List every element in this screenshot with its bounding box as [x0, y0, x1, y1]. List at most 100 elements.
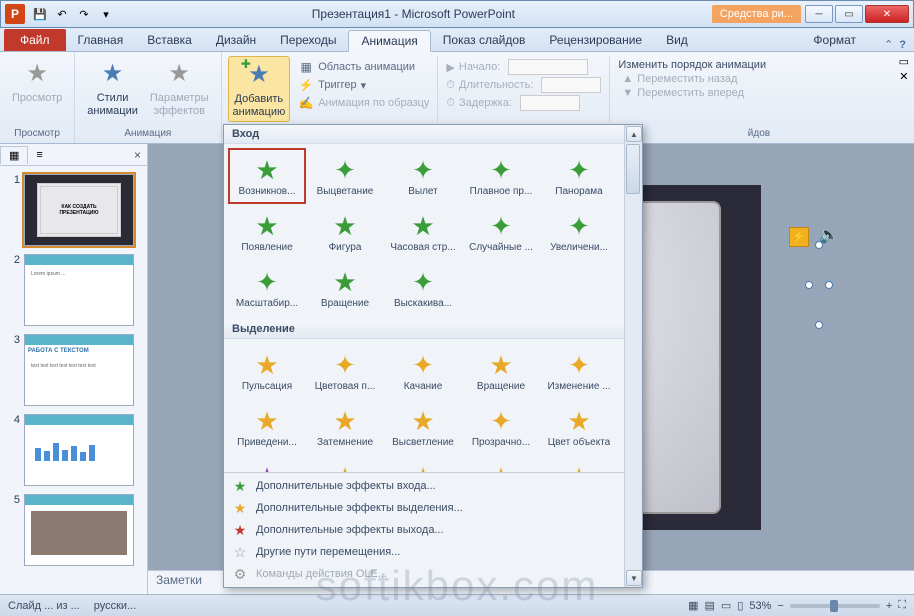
effect-complementary[interactable]: ★Дополните... — [228, 455, 306, 472]
help-icon[interactable]: ? — [899, 39, 906, 51]
star-icon: ✦ — [252, 268, 282, 298]
gallery-scrollbar[interactable]: ▲ ▼ — [624, 125, 642, 587]
slide-thumb[interactable] — [24, 414, 134, 486]
tab-animation[interactable]: Анимация — [348, 30, 430, 52]
redo-icon[interactable]: ↷ — [75, 5, 93, 23]
scroll-thumb[interactable] — [626, 144, 640, 194]
save-icon[interactable]: 💾 — [31, 5, 49, 23]
effect-grow-shrink[interactable]: ✦Изменение ... — [540, 343, 618, 399]
effect-pulse[interactable]: ★Пульсация — [228, 343, 306, 399]
animation-painter-button[interactable]: ✍Анимация по образцу — [294, 94, 433, 112]
more-entrance-effects[interactable]: ★Дополнительные эффекты входа... — [224, 475, 642, 497]
more-exit-effects[interactable]: ★Дополнительные эффекты выхода... — [224, 519, 642, 541]
zoom-level[interactable]: 53% — [749, 600, 771, 612]
undo-icon[interactable]: ↶ — [53, 5, 71, 23]
entrance-grid: ★Возникнов... ✦Выцветание ✦Вылет ✦Плавно… — [224, 144, 624, 320]
duration-input[interactable] — [541, 77, 601, 93]
qat-customize-icon[interactable]: ▾ — [97, 5, 115, 23]
effect-zoom[interactable]: ✦Масштабир... — [228, 260, 306, 316]
effect-fly-in[interactable]: ✦Вылет — [384, 148, 462, 204]
maximize-button[interactable]: ▭ — [835, 5, 863, 23]
effect-wipe[interactable]: ★Появление — [228, 204, 306, 260]
effect-transparency[interactable]: ✦Прозрачно... — [462, 399, 540, 455]
sorter-view-icon[interactable]: ▤ — [705, 599, 715, 612]
star-icon: ✦ — [564, 351, 594, 381]
slide-thumb[interactable]: РАБОТА С ТЕКСТОМtext text text text text… — [24, 334, 134, 406]
close-child-button[interactable]: ✕ — [896, 69, 911, 84]
tab-home[interactable]: Главная — [66, 29, 136, 51]
star-icon: ✦ — [408, 268, 438, 298]
effect-line-color[interactable]: ★Цвет линии — [306, 455, 384, 472]
tab-insert[interactable]: Вставка — [135, 29, 204, 51]
delay-input[interactable] — [520, 95, 580, 111]
star-icon: ★ — [330, 212, 360, 242]
minimize-button[interactable]: ─ — [805, 5, 833, 23]
outline-tab[interactable]: ≡ — [28, 147, 50, 163]
effect-fill-color[interactable]: ★Цвет заливки — [384, 455, 462, 472]
start-dropdown[interactable] — [508, 59, 588, 75]
effect-options-button[interactable]: ★ Параметры эффектов — [144, 56, 215, 120]
effect-lighten[interactable]: ★Высветление — [384, 399, 462, 455]
animation-tag-icon[interactable]: ⚡ — [789, 227, 809, 247]
tab-format[interactable]: Формат — [793, 29, 876, 51]
tab-transitions[interactable]: Переходы — [268, 29, 348, 51]
star-icon: ★ — [232, 500, 248, 516]
effect-wheel[interactable]: ★Часовая стр... — [384, 204, 462, 260]
tab-view[interactable]: Вид — [654, 29, 700, 51]
effect-teeter[interactable]: ✦Качание — [384, 343, 462, 399]
effect-color-pulse[interactable]: ✦Цветовая п... — [306, 343, 384, 399]
fit-button[interactable]: ⛶ — [898, 599, 906, 612]
slide-thumb[interactable] — [24, 494, 134, 566]
star-icon: ★ — [252, 463, 282, 473]
effect-spin[interactable]: ★Вращение — [462, 343, 540, 399]
trigger-button[interactable]: ⚡Триггер ▾ — [294, 76, 433, 94]
slideshow-view-icon[interactable]: ▯ — [737, 599, 743, 612]
effect-random-bars[interactable]: ✦Случайные ... — [462, 204, 540, 260]
move-later-button[interactable]: ▼Переместить вперед — [618, 86, 766, 100]
restore-child-button[interactable]: ▭ — [896, 54, 912, 69]
zoom-out-button[interactable]: − — [777, 600, 783, 612]
reading-view-icon[interactable]: ▭ — [721, 599, 731, 612]
scroll-down-button[interactable]: ▼ — [626, 570, 642, 586]
preview-button[interactable]: ★ Просмотр — [6, 56, 68, 107]
animation-pane-button[interactable]: ▦Область анимации — [294, 58, 433, 76]
normal-view-icon[interactable]: ▦ — [688, 599, 698, 612]
slide-thumb[interactable]: Lorem ipsum ... — [24, 254, 134, 326]
tab-slideshow[interactable]: Показ слайдов — [431, 29, 538, 51]
close-button[interactable]: ✕ — [865, 5, 909, 23]
tab-review[interactable]: Рецензирование — [537, 29, 654, 51]
language-indicator[interactable]: русски... — [94, 600, 137, 612]
effect-font-color[interactable]: ★Цвет текста — [540, 455, 618, 472]
slide-indicator: Слайд ... из ... — [8, 600, 80, 612]
effect-shape[interactable]: ★Фигура — [306, 204, 384, 260]
more-emphasis-effects[interactable]: ★Дополнительные эффекты выделения... — [224, 497, 642, 519]
slides-tab[interactable]: ▦ — [0, 146, 28, 164]
effect-split[interactable]: ✦Панорама — [540, 148, 618, 204]
window-title: Презентация1 - Microsoft PowerPoint — [115, 7, 712, 21]
effect-darken[interactable]: ★Затемнение — [306, 399, 384, 455]
zoom-slider[interactable] — [790, 604, 880, 608]
minimize-ribbon-icon[interactable]: ⌃ — [884, 38, 893, 51]
effect-bounce[interactable]: ✦Выскакива... — [384, 260, 462, 316]
file-tab[interactable]: Файл — [4, 29, 66, 51]
tab-design[interactable]: Дизайн — [204, 29, 268, 51]
star-icon: ★ — [97, 58, 129, 90]
effect-brush-color[interactable]: ★Перекраши... — [462, 455, 540, 472]
gallery-section-emphasis: Выделение — [224, 320, 624, 339]
scroll-up-button[interactable]: ▲ — [626, 126, 642, 142]
effect-float-in[interactable]: ✦Плавное пр... — [462, 148, 540, 204]
effect-desaturate[interactable]: ★Приведени... — [228, 399, 306, 455]
slide-thumb[interactable]: КАК СОЗДАТЬ ПРЕЗЕНТАЦИЮ — [24, 174, 134, 246]
effect-appear[interactable]: ★Возникнов... — [228, 148, 306, 204]
effect-fade[interactable]: ✦Выцветание — [306, 148, 384, 204]
zoom-in-button[interactable]: + — [886, 600, 892, 612]
add-animation-button[interactable]: ★✚ Добавить анимацию — [228, 56, 291, 122]
close-panel-button[interactable]: × — [128, 148, 147, 162]
effect-object-color[interactable]: ★Цвет объекта — [540, 399, 618, 455]
more-motion-paths[interactable]: ☆Другие пути перемещения... — [224, 541, 642, 563]
move-earlier-button[interactable]: ▲Переместить назад — [618, 72, 766, 86]
contextual-tab-drawing[interactable]: Средства ри... — [712, 5, 801, 23]
animation-styles-button[interactable]: ★ Стили анимации — [81, 56, 144, 120]
effect-swivel[interactable]: ★Вращение — [306, 260, 384, 316]
effect-grow-turn[interactable]: ✦Увеличени... — [540, 204, 618, 260]
